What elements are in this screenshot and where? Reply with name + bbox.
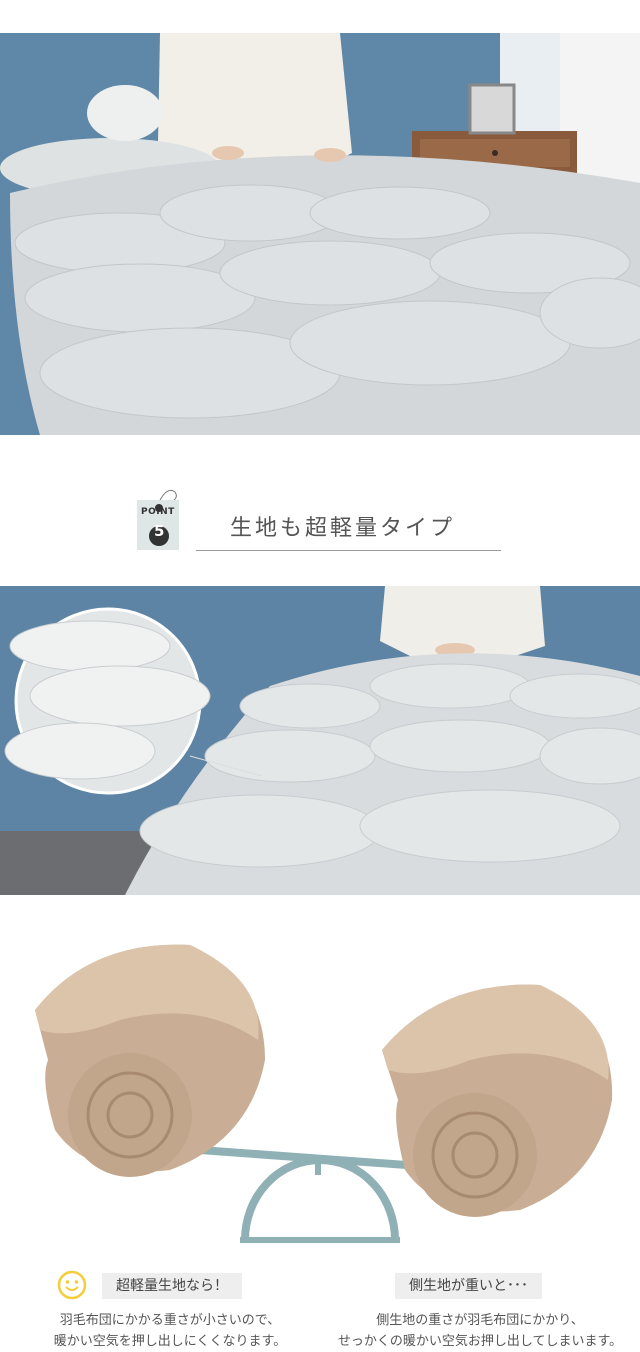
description-line: 羽毛布団にかかる重さが小さいので、 xyxy=(59,1313,281,1328)
description-line: せっかくの暖かい空気お押し出してしまいます。 xyxy=(337,1334,623,1349)
seesaw-illustration xyxy=(0,930,640,1260)
bedroom-photo-closeup xyxy=(0,586,640,895)
point-number: 5 xyxy=(154,522,165,540)
bedroom-photo-top xyxy=(0,33,640,435)
duvet-scene-closeup xyxy=(0,586,640,895)
rolled-duvet-right xyxy=(382,984,613,1217)
page-title: 生地も超軽量タイプ xyxy=(230,516,456,541)
duvet-scene-top xyxy=(0,33,640,435)
description-light-fabric: 羽毛布団にかかる重さが小さいので、 暖かい空気を押し出しにくくなります。 xyxy=(20,1310,320,1352)
label-heavy-fabric: 側生地が重いと･･･ xyxy=(395,1273,542,1299)
point-word: POINT xyxy=(141,507,175,517)
description-line: 側生地の重さが羽毛布団にかかり、 xyxy=(376,1313,584,1328)
smiley-icon xyxy=(57,1270,87,1300)
rolled-duvet-left xyxy=(35,944,265,1177)
seesaw-graphic xyxy=(35,944,613,1243)
label-light-fabric: 超軽量生地なら！ xyxy=(102,1273,242,1299)
description-heavy-fabric: 側生地の重さが羽毛布団にかかり、 せっかくの暖かい空気お押し出してしまいます。 xyxy=(330,1310,630,1352)
section-heading: POINT 5 生地も超軽量タイプ xyxy=(0,470,640,560)
description-line: 暖かい空気を押し出しにくくなります。 xyxy=(53,1334,287,1349)
heading-underline xyxy=(196,550,501,551)
point-tag-icon xyxy=(137,489,179,550)
